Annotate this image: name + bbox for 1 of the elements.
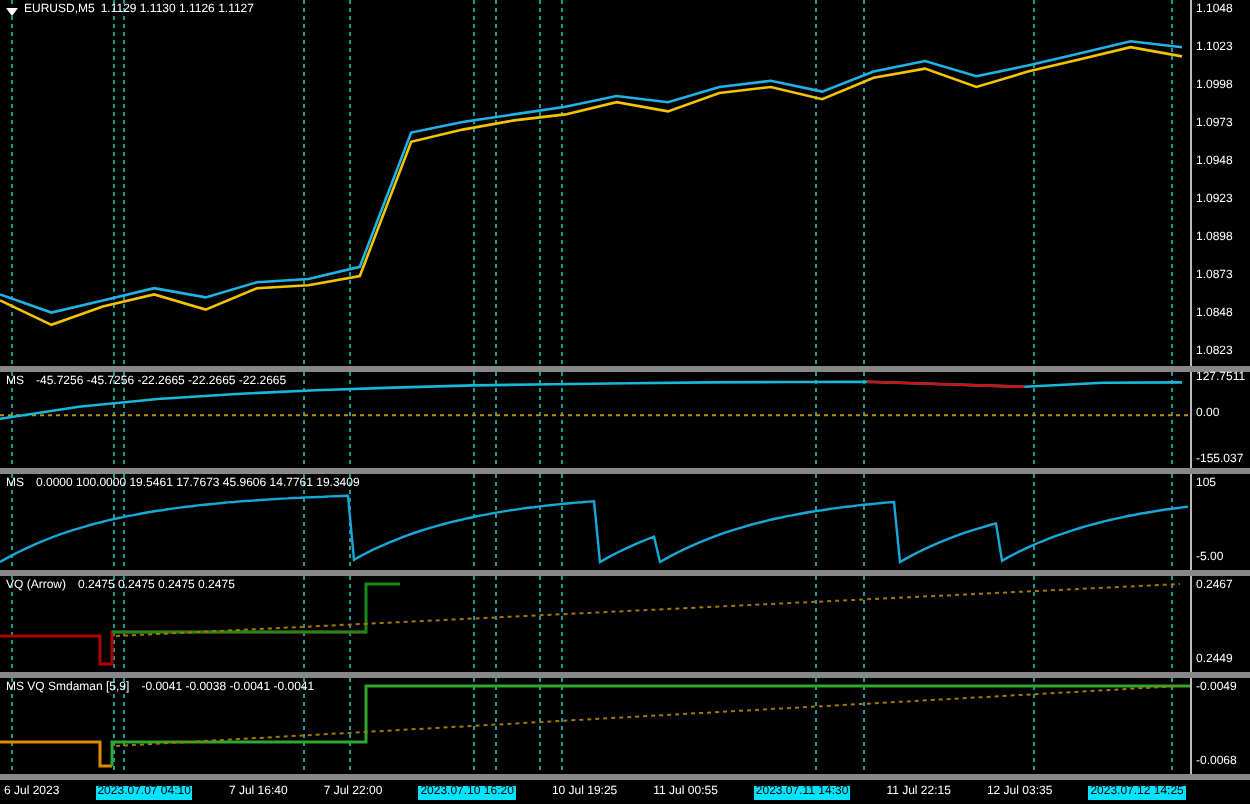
triangle-icon	[6, 7, 18, 15]
